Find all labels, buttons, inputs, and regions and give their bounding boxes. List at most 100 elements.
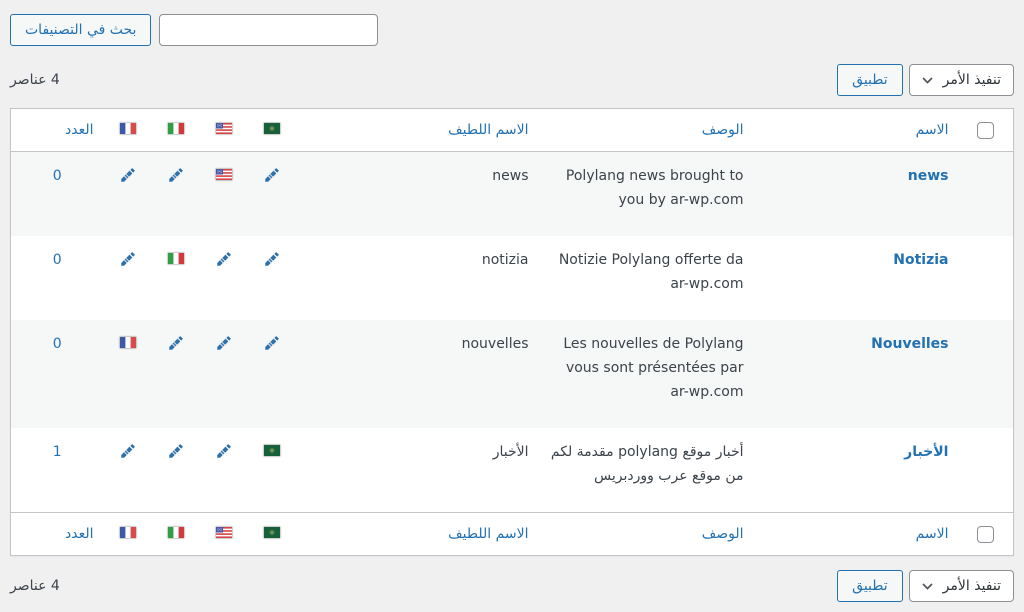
translation-cell-it [152, 320, 200, 428]
column-header-count[interactable]: العدد [65, 526, 94, 542]
translation-cell-ar [248, 428, 296, 513]
language-column-ar [248, 109, 296, 152]
category-description: Les nouvelles de Polylang vous sont prés… [539, 320, 754, 428]
bulk-action-select[interactable]: تنفيذ الأمر [909, 64, 1014, 96]
translation-cell-ar [248, 236, 296, 320]
table-header-row: الاسم الوصف الاسم اللطيف العدد [11, 109, 1014, 152]
it-flag-icon [168, 123, 184, 134]
ar-flag-icon [264, 445, 280, 456]
bulk-actions-bottom: تنفيذ الأمر تطبيق [837, 570, 1014, 602]
search-box: بحث في التصنيفات [10, 14, 1014, 46]
category-count-link[interactable]: 0 [53, 168, 62, 184]
category-count-link[interactable]: 0 [53, 252, 62, 268]
apply-button[interactable]: تطبيق [837, 570, 903, 602]
translation-cell-fr [104, 152, 152, 237]
translation-cell-ar [248, 320, 296, 428]
tablenav-top: تنفيذ الأمر تطبيق 4 عناصر [10, 64, 1014, 96]
category-name-link[interactable]: Notizia [893, 252, 948, 268]
table-footer-row: الاسم الوصف الاسم اللطيف العدد [11, 513, 1014, 556]
row-checkbox-cell [959, 320, 1014, 428]
translation-cell-it [152, 236, 200, 320]
it-flag-icon [168, 527, 184, 538]
category-slug: notizia [296, 236, 539, 320]
table-row: Notizia Notizie Polylang offerte da ar-w… [11, 236, 1014, 320]
category-description: أخبار موقع polylang مقدمة لكم من موقع عر… [539, 428, 754, 513]
bulk-action-select[interactable]: تنفيذ الأمر [909, 570, 1014, 602]
row-checkbox-cell [959, 152, 1014, 237]
bulk-actions-top: تنفيذ الأمر تطبيق [837, 64, 1014, 96]
category-name-link[interactable]: news [908, 168, 949, 184]
edit-translation-pencil-icon[interactable] [119, 166, 137, 184]
edit-translation-pencil-icon[interactable] [263, 250, 281, 268]
tablenav-bottom: تنفيذ الأمر تطبيق 4 عناصر [10, 570, 1014, 602]
it-flag-icon [168, 253, 184, 264]
language-column-ar [248, 513, 296, 556]
column-header-slug[interactable]: الاسم اللطيف [448, 526, 528, 542]
language-column-fr [104, 513, 152, 556]
translation-cell-fr [104, 428, 152, 513]
categories-admin-page: بحث في التصنيفات تنفيذ الأمر تطبيق 4 عنا… [0, 0, 1024, 612]
category-slug: الأخبار [296, 428, 539, 513]
category-description: Polylang news brought to you by ar-wp.co… [539, 152, 754, 237]
edit-translation-pencil-icon[interactable] [119, 442, 137, 460]
apply-button[interactable]: تطبيق [837, 64, 903, 96]
language-column-it [152, 109, 200, 152]
row-checkbox-cell [959, 236, 1014, 320]
edit-translation-pencil-icon[interactable] [215, 250, 233, 268]
language-column-it [152, 513, 200, 556]
ar-flag-icon [264, 527, 280, 538]
fr-flag-icon [120, 123, 136, 134]
translation-cell-us [200, 152, 248, 237]
search-categories-button[interactable]: بحث في التصنيفات [10, 14, 151, 46]
us-flag-icon [216, 123, 232, 134]
edit-translation-pencil-icon[interactable] [215, 442, 233, 460]
items-count: 4 عناصر [10, 72, 60, 88]
column-header-name[interactable]: الاسم [916, 122, 949, 138]
language-column-fr [104, 109, 152, 152]
category-name-link[interactable]: الأخبار [904, 444, 948, 460]
chevron-down-icon [922, 77, 933, 84]
edit-translation-pencil-icon[interactable] [167, 442, 185, 460]
ar-flag-icon [264, 123, 280, 134]
column-header-description[interactable]: الوصف [702, 122, 744, 138]
edit-translation-pencil-icon[interactable] [263, 166, 281, 184]
edit-translation-pencil-icon[interactable] [263, 334, 281, 352]
select-all-checkbox[interactable] [977, 526, 994, 543]
translation-cell-us [200, 428, 248, 513]
translation-cell-us [200, 320, 248, 428]
row-checkbox-cell [959, 428, 1014, 513]
table-body: news Polylang news brought to you by ar-… [11, 152, 1014, 513]
edit-translation-pencil-icon[interactable] [167, 166, 185, 184]
category-slug: news [296, 152, 539, 237]
translation-cell-us [200, 236, 248, 320]
translation-cell-it [152, 428, 200, 513]
category-description: Notizie Polylang offerte da ar-wp.com [539, 236, 754, 320]
translation-cell-ar [248, 152, 296, 237]
translation-cell-fr [104, 236, 152, 320]
table-row: Nouvelles Les nouvelles de Polylang vous… [11, 320, 1014, 428]
chevron-down-icon [922, 583, 933, 590]
search-input[interactable] [159, 14, 378, 46]
translation-cell-it [152, 152, 200, 237]
edit-translation-pencil-icon[interactable] [119, 250, 137, 268]
category-slug: nouvelles [296, 320, 539, 428]
translation-cell-fr [104, 320, 152, 428]
us-flag-icon [216, 169, 232, 180]
column-header-description[interactable]: الوصف [702, 526, 744, 542]
category-name-link[interactable]: Nouvelles [871, 336, 948, 352]
categories-table: الاسم الوصف الاسم اللطيف العدد news Poly… [10, 108, 1014, 556]
select-all-checkbox[interactable] [977, 122, 994, 139]
fr-flag-icon [120, 337, 136, 348]
category-count-link[interactable]: 1 [53, 444, 62, 460]
category-count-link[interactable]: 0 [53, 336, 62, 352]
column-header-name[interactable]: الاسم [916, 526, 949, 542]
table-row: الأخبار أخبار موقع polylang مقدمة لكم من… [11, 428, 1014, 513]
bulk-action-label: تنفيذ الأمر [943, 72, 1001, 88]
table-row: news Polylang news brought to you by ar-… [11, 152, 1014, 237]
us-flag-icon [216, 527, 232, 538]
edit-translation-pencil-icon[interactable] [167, 334, 185, 352]
fr-flag-icon [120, 527, 136, 538]
column-header-count[interactable]: العدد [65, 122, 94, 138]
edit-translation-pencil-icon[interactable] [215, 334, 233, 352]
column-header-slug[interactable]: الاسم اللطيف [448, 122, 528, 138]
